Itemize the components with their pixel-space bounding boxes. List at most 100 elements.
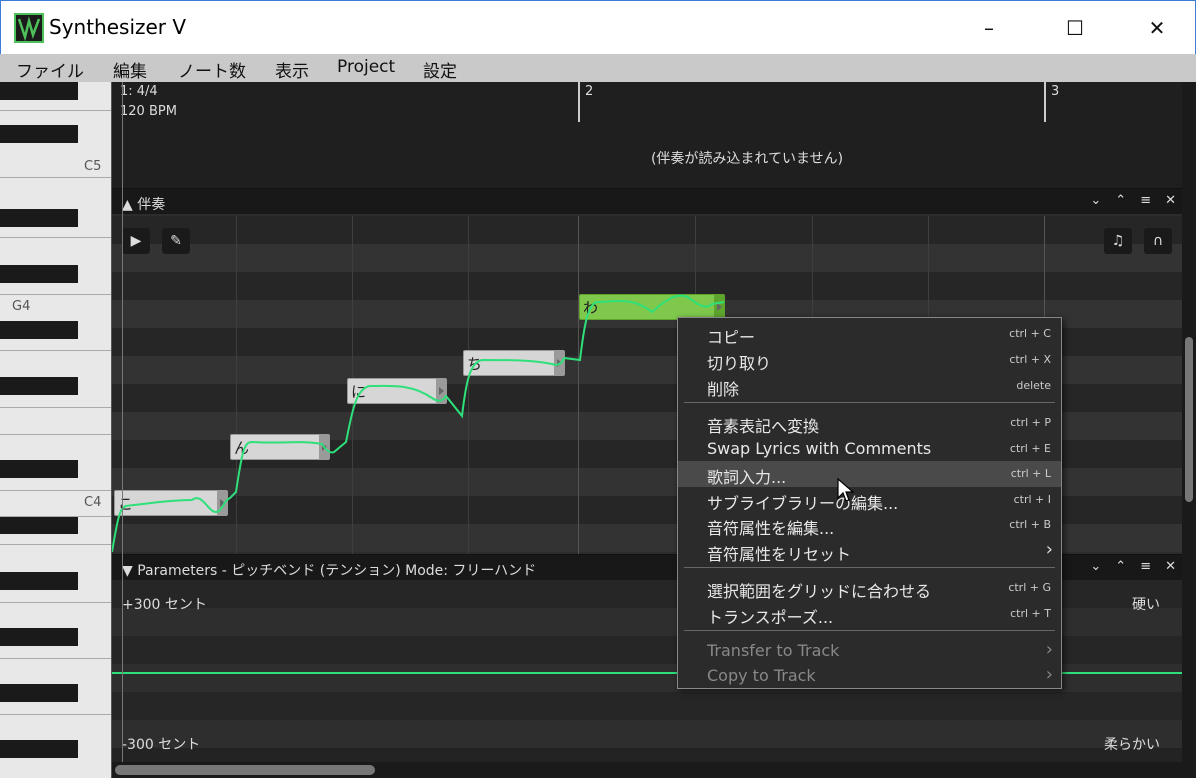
black-key[interactable]	[0, 572, 78, 590]
menu-separator	[684, 630, 1055, 631]
collapse-up-icon[interactable]: ⌃	[1115, 559, 1126, 574]
menu-item-transfer-to-track[interactable]: Transfer to Track ›	[678, 638, 1061, 664]
submenu-arrow-icon: ›	[1045, 664, 1053, 685]
maximize-button[interactable]: ☐	[1047, 1, 1103, 55]
white-key-divider	[0, 602, 111, 603]
mouse-cursor-icon	[837, 478, 855, 502]
black-key[interactable]	[0, 377, 78, 395]
menu-item-label: サブライブラリーの編集...	[707, 494, 899, 513]
white-key-divider	[0, 490, 111, 491]
panel-close-icon[interactable]: ✕	[1165, 193, 1176, 208]
param-soft-label: 柔らかい	[1104, 737, 1160, 753]
black-key[interactable]	[0, 516, 78, 534]
bar-line	[1044, 82, 1046, 122]
horizontal-scroll-thumb[interactable]	[115, 765, 375, 775]
black-key[interactable]	[0, 125, 78, 143]
timeline-ruler[interactable]: 1: 4/4 120 BPM 2 3 (伴奏が読み込まれていません)	[112, 82, 1182, 188]
collapse-down-icon[interactable]: ⌄	[1090, 193, 1101, 208]
menu-item-label: 選択範囲をグリッドに合わせる	[707, 582, 932, 601]
menu-item-phoneme[interactable]: 音素表記へ変換 ctrl + P	[678, 410, 1061, 436]
menu-item-label: Transfer to Track	[707, 641, 840, 660]
black-key[interactable]	[0, 628, 78, 646]
menu-bar: ファイル 編集 ノート数 表示 Project 設定	[0, 54, 1196, 82]
time-signature[interactable]: 1: 4/4	[120, 84, 158, 99]
submenu-arrow-icon: ›	[1045, 539, 1053, 560]
minimize-button[interactable]: –	[961, 1, 1017, 55]
white-key-divider	[0, 658, 111, 659]
bar-number: 3	[1051, 84, 1060, 99]
menu-separator	[684, 402, 1055, 403]
title-bar: Synthesizer V – ☐ ✕	[0, 0, 1196, 54]
menu-edit[interactable]: 編集	[113, 57, 147, 82]
white-key-divider	[0, 407, 111, 408]
bar-number: 2	[585, 84, 594, 99]
menu-item-label: 音素表記へ変換	[707, 417, 820, 436]
menu-item-shortcut: ctrl + E	[1009, 442, 1051, 455]
menu-item-reset-note-props[interactable]: 音符属性をリセット ›	[678, 538, 1061, 564]
accompaniment-message: (伴奏が読み込まれていません)	[650, 151, 844, 167]
context-menu: コピー ctrl + C 切り取り ctrl + X 削除 delete 音素表…	[677, 317, 1062, 689]
menu-notes[interactable]: ノート数	[178, 57, 246, 82]
white-key-divider	[0, 434, 111, 435]
menu-item-copy[interactable]: コピー ctrl + C	[678, 321, 1061, 347]
menu-item-shortcut: ctrl + C	[1009, 327, 1051, 340]
app-logo-icon	[14, 13, 44, 43]
black-key[interactable]	[0, 740, 78, 758]
bar-line	[578, 82, 580, 122]
menu-separator	[684, 567, 1055, 568]
black-key[interactable]	[0, 82, 78, 100]
collapse-down-icon[interactable]: ⌄	[1090, 559, 1101, 574]
menu-item-edit-sublibrary[interactable]: サブライブラリーの編集... ctrl + I	[678, 487, 1061, 513]
menu-project[interactable]: Project	[337, 57, 395, 77]
menu-item-label: コピー	[707, 328, 756, 347]
panel-menu-icon[interactable]: ≡	[1140, 559, 1151, 574]
menu-item-cut[interactable]: 切り取り ctrl + X	[678, 347, 1061, 373]
close-button[interactable]: ✕	[1129, 1, 1185, 55]
menu-item-shortcut: ctrl + I	[1013, 493, 1051, 506]
accompaniment-title-text: 伴奏	[137, 197, 166, 213]
menu-item-shortcut: ctrl + B	[1009, 518, 1051, 531]
vertical-scrollbar[interactable]	[1182, 82, 1196, 762]
menu-item-label: Copy to Track	[707, 666, 816, 685]
horizontal-scrollbar[interactable]	[112, 762, 1196, 778]
piano-keyboard[interactable]: C5 G4 C4	[0, 82, 112, 778]
black-key[interactable]	[0, 684, 78, 702]
key-label-c5: C5	[84, 159, 102, 174]
collapse-up-icon[interactable]: ⌃	[1115, 193, 1126, 208]
black-key[interactable]	[0, 321, 78, 339]
menu-item-edit-note-props[interactable]: 音符属性を編集... ctrl + B	[678, 512, 1061, 538]
menu-item-label: 歌詞入力...	[707, 468, 787, 487]
black-key[interactable]	[0, 265, 78, 283]
tempo-label[interactable]: 120 BPM	[120, 104, 177, 119]
menu-item-shortcut: ctrl + L	[1010, 467, 1051, 480]
menu-item-snap-grid[interactable]: 選択範囲をグリッドに合わせる ctrl + G	[678, 575, 1061, 601]
menu-item-transpose[interactable]: トランスポーズ... ctrl + T	[678, 601, 1061, 627]
parameters-panel-title: ▼ Parameters - ピッチベンド (テンション) Mode: フリーハ…	[122, 563, 537, 579]
menu-item-swap-lyrics[interactable]: Swap Lyrics with Comments ctrl + E	[678, 436, 1061, 462]
menu-item-shortcut: ctrl + X	[1009, 353, 1051, 366]
vertical-scroll-thumb[interactable]	[1185, 337, 1193, 502]
maximize-icon: ☐	[1066, 16, 1084, 40]
menu-view[interactable]: 表示	[275, 57, 309, 82]
playhead[interactable]	[122, 82, 123, 762]
window-title: Synthesizer V	[49, 15, 187, 39]
panel-menu-icon[interactable]: ≡	[1140, 193, 1151, 208]
parameters-title-text: Parameters - ピッチベンド (テンション) Mode: フリーハンド	[137, 563, 537, 579]
menu-item-input-lyrics[interactable]: 歌詞入力... ctrl + L	[678, 461, 1061, 487]
white-key-divider	[0, 177, 111, 178]
menu-item-copy-to-track[interactable]: Copy to Track ›	[678, 663, 1061, 689]
white-key-divider	[0, 350, 111, 351]
white-key-divider	[0, 294, 111, 295]
black-key[interactable]	[0, 460, 78, 478]
param-hard-label: 硬い	[1132, 597, 1160, 613]
menu-file[interactable]: ファイル	[16, 57, 84, 82]
white-key-divider	[0, 714, 111, 715]
black-key[interactable]	[0, 209, 78, 227]
white-key-divider	[0, 544, 111, 545]
panel-close-icon[interactable]: ✕	[1165, 559, 1176, 574]
accompaniment-panel-header[interactable]: ▲ 伴奏 ⌄ ⌃ ≡ ✕	[112, 188, 1182, 214]
menu-settings[interactable]: 設定	[423, 57, 457, 82]
menu-item-shortcut: ctrl + P	[1010, 416, 1051, 429]
menu-item-delete[interactable]: 削除 delete	[678, 373, 1061, 399]
menu-item-label: 切り取り	[707, 354, 772, 373]
